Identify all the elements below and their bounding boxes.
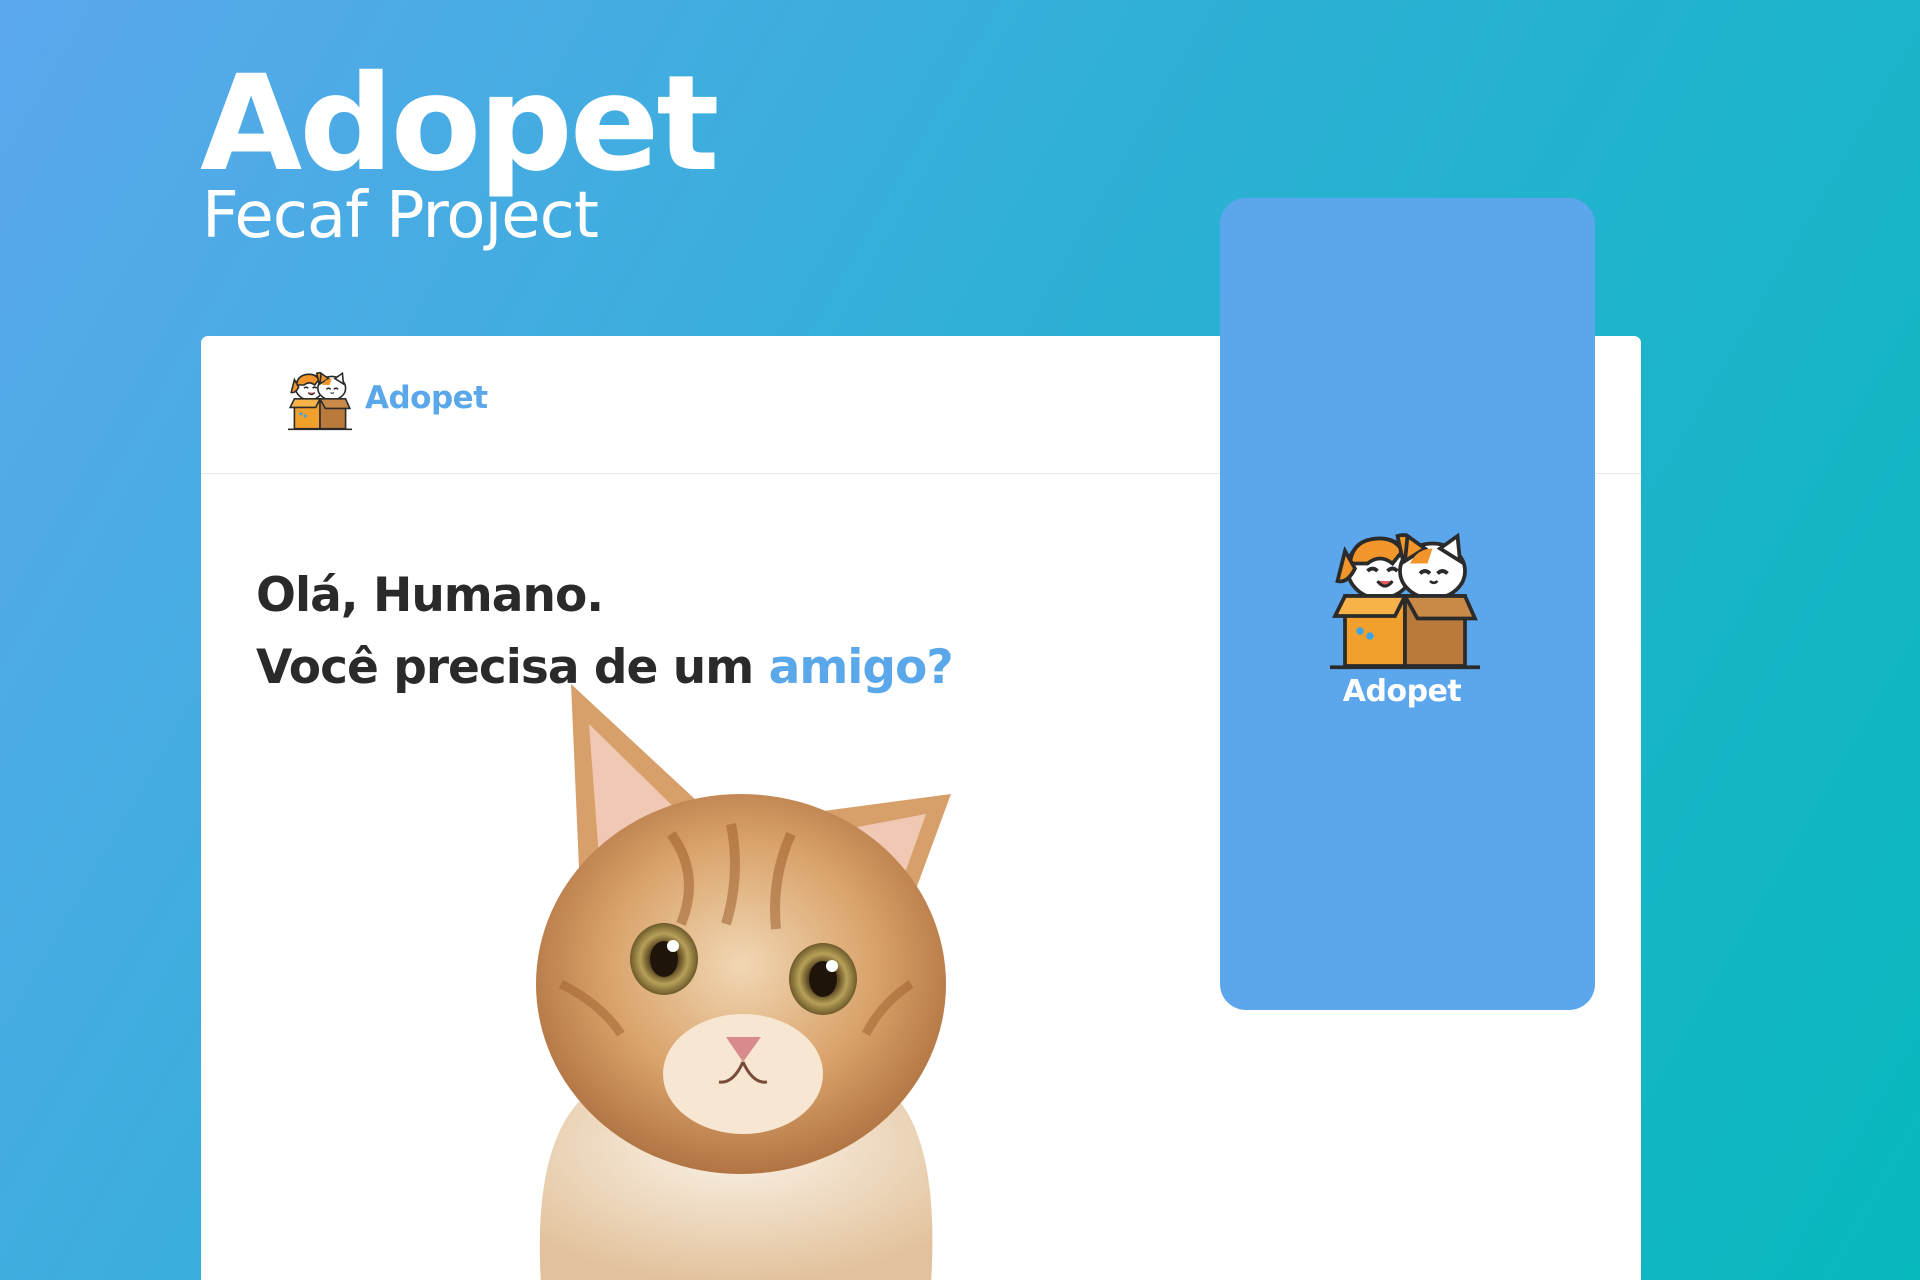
dog-and-cat-in-box-icon	[1330, 526, 1480, 676]
mobile-mockup: Adopet	[1220, 198, 1595, 1010]
headline: Olá, Humano. Você precisa de um amigo?	[256, 560, 954, 704]
dog-and-cat-in-box-icon[interactable]	[288, 369, 352, 433]
hero-subtitle: Fecaf Project	[202, 179, 599, 253]
hero-title: Adopet	[200, 47, 719, 201]
mobile-brand: Adopet	[1342, 674, 1462, 709]
kitten-photo	[536, 684, 951, 1280]
headline-line1: Olá, Humano.	[256, 568, 604, 623]
header-brand-link[interactable]: Adopet	[365, 380, 488, 416]
